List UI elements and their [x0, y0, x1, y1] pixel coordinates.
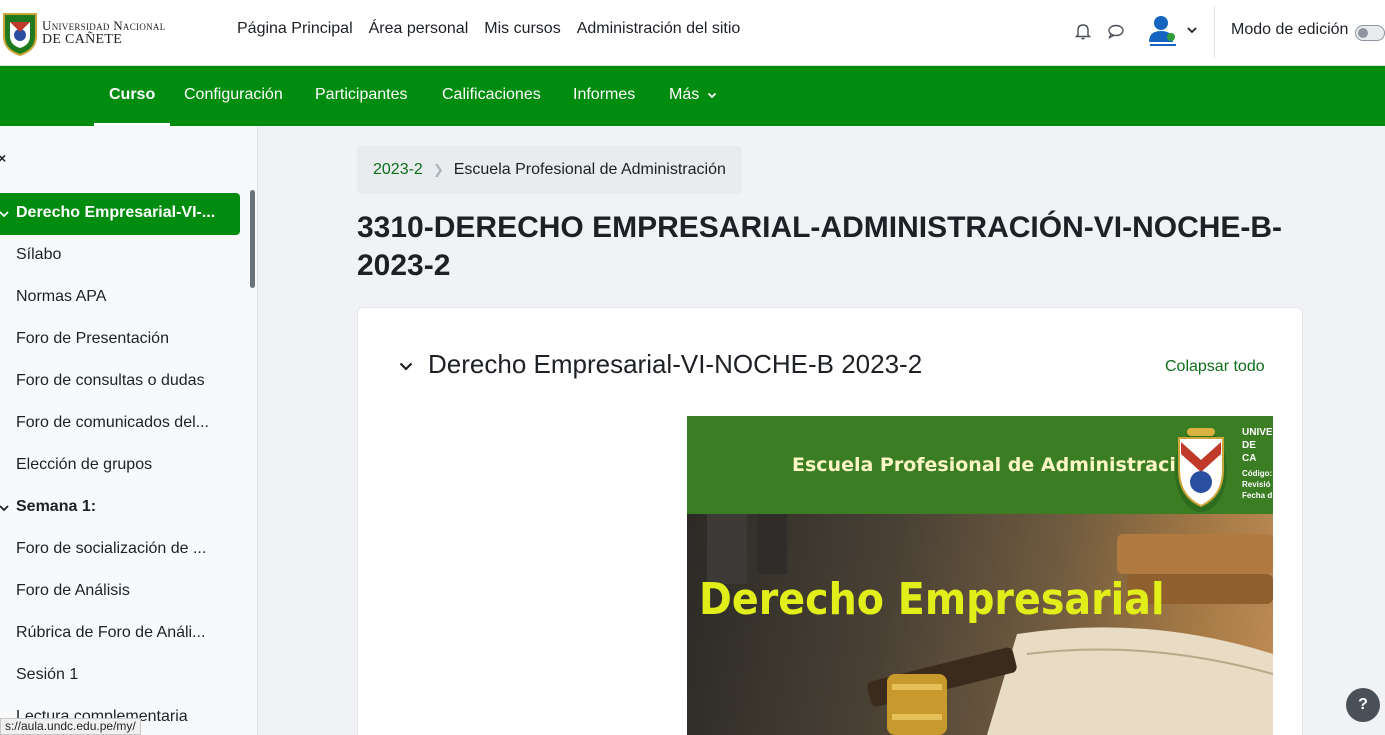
tab-more[interactable]: Más	[669, 66, 717, 126]
chevron-down-icon[interactable]	[398, 358, 414, 374]
browser-status-url: s://aula.undc.edu.pe/my/	[0, 718, 141, 735]
edit-mode-label: Modo de edición	[1231, 21, 1349, 38]
tab-settings[interactable]: Configuración	[184, 66, 283, 126]
drawer-item-foro-socializacion[interactable]: Foro de socialización de ...	[16, 540, 216, 558]
banner-side-title: UNIVE DE CA	[1242, 426, 1273, 465]
university-crest-icon	[1175, 428, 1227, 512]
collapse-all-link[interactable]: Colapsar todo	[1165, 358, 1265, 376]
banner-photo: Derecho Empresarial	[687, 514, 1273, 735]
drawer-item-normas-apa[interactable]: Normas APA	[16, 288, 216, 306]
user-avatar[interactable]	[1144, 12, 1182, 50]
chevron-down-icon[interactable]	[0, 503, 10, 513]
page-title: 3310-DERECHO EMPRESARIAL-ADMINISTRACIÓN-…	[357, 211, 1283, 282]
drawer-section-week-1[interactable]: Semana 1:	[16, 498, 216, 516]
banner-side-revision: Revisió	[1242, 480, 1271, 489]
breadcrumb-item-term[interactable]: 2023-2	[373, 161, 423, 179]
drawer-item-foro-comunicados[interactable]: Foro de comunicados del...	[16, 414, 216, 432]
breadcrumb: 2023-2 ❯ Escuela Profesional de Administ…	[357, 146, 742, 194]
primary-navigation: Página Principal Área personal Mis curso…	[237, 20, 740, 38]
chevron-right-icon: ❯	[432, 162, 444, 177]
tab-participants[interactable]: Participantes	[315, 66, 408, 126]
drawer-item-foro-consultas[interactable]: Foro de consultas o dudas	[16, 372, 216, 390]
message-icon[interactable]	[1105, 21, 1127, 41]
nav-dashboard[interactable]: Área personal	[369, 20, 469, 38]
banner-side-line-1: UNIVE	[1242, 427, 1273, 438]
tab-more-label: Más	[669, 86, 700, 103]
top-navbar: Universidad Nacional de Cañete Página Pr…	[0, 0, 1385, 66]
help-button[interactable]: ?	[1346, 688, 1380, 722]
brand-line-2: de Cañete	[42, 32, 123, 47]
banner-side-meta: Código: Revisió Fecha d	[1242, 468, 1272, 501]
close-drawer-icon[interactable]: ×	[0, 150, 6, 166]
banner-side-date: Fecha d	[1242, 491, 1273, 500]
drawer-item-silabo[interactable]: Sílabo	[16, 246, 216, 264]
drawer-item-sesion-1[interactable]: Sesión 1	[16, 666, 216, 684]
course-secondary-nav: Curso Configuración Participantes Califi…	[0, 66, 1385, 126]
drawer-item-eleccion-grupos[interactable]: Elección de grupos	[16, 456, 216, 474]
drawer-item-rubrica[interactable]: Rúbrica de Foro de Análi...	[16, 624, 216, 642]
drawer-item-foro-analisis[interactable]: Foro de Análisis	[16, 582, 216, 600]
chevron-down-icon	[0, 211, 9, 218]
banner-header: Escuela Profesional de Administración UN…	[687, 416, 1273, 514]
chevron-down-icon	[707, 92, 716, 99]
banner-side-code: Código:	[1242, 469, 1273, 478]
bell-icon[interactable]	[1073, 21, 1093, 41]
drawer-active-section[interactable]: Derecho Empresarial-VI-...	[0, 193, 240, 235]
university-logo[interactable]	[0, 8, 40, 56]
tab-reports[interactable]: Informes	[573, 66, 635, 126]
section-title: Derecho Empresarial-VI-NOCHE-B 2023-2	[428, 349, 923, 379]
banner-course-heading: Derecho Empresarial	[699, 574, 1165, 625]
tab-course[interactable]: Curso	[94, 66, 171, 126]
header-divider	[1214, 6, 1215, 58]
course-banner-image: Escuela Profesional de Administración UN…	[687, 416, 1273, 735]
nav-site-admin[interactable]: Administración del sitio	[577, 20, 741, 38]
drawer-scrollbar[interactable]	[250, 190, 255, 288]
banner-side-line-2: DE CA	[1242, 440, 1257, 464]
brand-name[interactable]: Universidad Nacional de Cañete	[42, 19, 166, 47]
chevron-down-icon[interactable]	[1186, 24, 1198, 36]
nav-my-courses[interactable]: Mis cursos	[484, 20, 560, 38]
drawer-item-foro-presentacion[interactable]: Foro de Presentación	[16, 330, 216, 348]
drawer-active-label: Derecho Empresarial-VI-...	[16, 204, 216, 221]
edit-mode-toggle[interactable]	[1355, 25, 1385, 41]
brand-line-1: Universidad Nacional	[42, 18, 166, 33]
course-index-drawer: × Derecho Empresarial-VI-... Sílabo Norm…	[0, 126, 258, 735]
breadcrumb-item-school: Escuela Profesional de Administración	[453, 161, 726, 178]
nav-home[interactable]: Página Principal	[237, 20, 353, 38]
toggle-knob	[1358, 28, 1368, 38]
tab-grades[interactable]: Calificaciones	[442, 66, 541, 126]
banner-school-name: Escuela Profesional de Administración	[792, 454, 1203, 476]
